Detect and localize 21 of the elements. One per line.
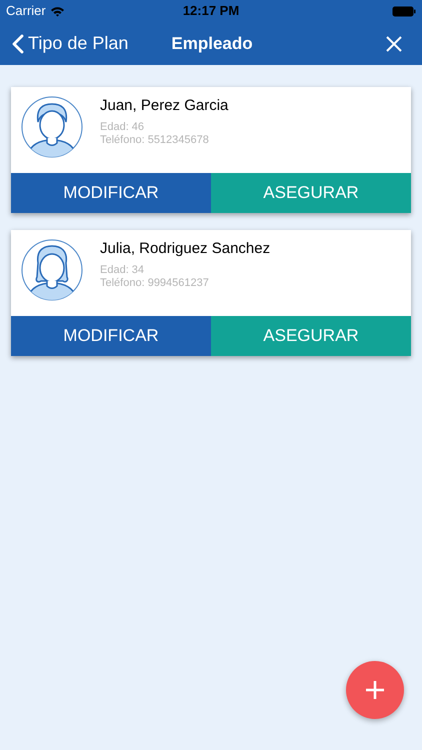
employee-age: Edad: 46: [100, 121, 146, 134]
employee-name: Julia, Rodriguez Sanchez: [100, 240, 270, 258]
employee-phone: Teléfono: 5512345678: [100, 134, 210, 147]
employee-name: Juan, Perez Garcia: [100, 97, 228, 115]
nav-title: Empleado: [171, 32, 253, 55]
close-button[interactable]: [384, 34, 404, 54]
chevron-left-icon: [12, 34, 24, 54]
wifi-icon: [50, 6, 65, 16]
battery-icon: [392, 6, 416, 16]
employee-phone: Teléfono: 9994561237: [100, 277, 210, 290]
close-icon: [386, 36, 402, 52]
modify-button[interactable]: MODIFICAR: [11, 316, 211, 356]
modify-button[interactable]: MODIFICAR: [11, 173, 211, 213]
avatar-icon: [21, 96, 83, 158]
avatar-icon: [21, 239, 83, 301]
back-button[interactable]: Tipo de Plan: [12, 30, 128, 57]
carrier-label: Carrier: [6, 2, 46, 20]
status-time: 12:17 PM: [182, 2, 240, 20]
employee-age: Edad: 34: [100, 264, 146, 277]
add-button[interactable]: [346, 661, 404, 719]
plus-icon: [365, 680, 385, 700]
